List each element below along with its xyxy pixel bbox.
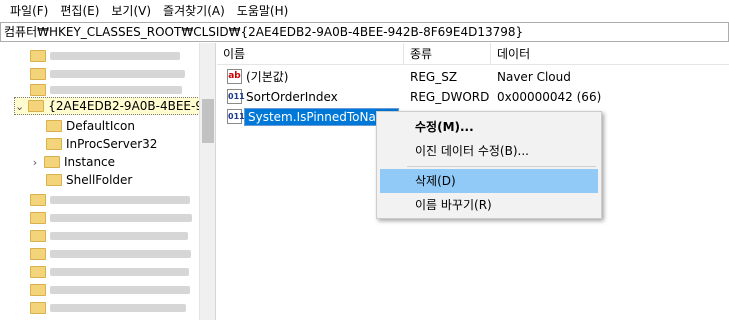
- folder-icon: [30, 302, 46, 314]
- tree-item-label: {2AE4EDB2-9A0B-4BEE-942: [48, 99, 216, 113]
- value-type: REG_DWORD: [410, 90, 490, 104]
- scrollbar-thumb[interactable]: [202, 99, 214, 143]
- chevron-down-icon[interactable]: ⌄: [15, 100, 24, 113]
- dword-value-icon: 011: [227, 109, 245, 124]
- column-name[interactable]: 이름: [217, 43, 404, 65]
- tree-item-blurred[interactable]: [30, 191, 190, 209]
- menu-view[interactable]: 보기(V): [105, 0, 157, 22]
- folder-icon: [30, 84, 46, 96]
- value-data: Naver Cloud: [497, 70, 571, 84]
- menu-help[interactable]: 도움말(H): [231, 0, 295, 22]
- folder-icon: [30, 230, 46, 242]
- value-name: (기본값): [246, 70, 289, 84]
- tree-item-selected-key[interactable]: ⌄ {2AE4EDB2-9A0B-4BEE-942: [14, 97, 215, 115]
- menu-separator: [407, 166, 596, 167]
- menu-file[interactable]: 파일(F): [4, 0, 54, 22]
- column-header: 이름 종류 데이터: [217, 43, 729, 65]
- string-value-icon: ab: [227, 69, 242, 84]
- tree-item-blurred[interactable]: [30, 209, 192, 227]
- column-data[interactable]: 데이터: [491, 43, 729, 65]
- menu-bar: 파일(F) 편집(E) 보기(V) 즐겨찾기(A) 도움말(H): [0, 0, 729, 22]
- menu-item-delete[interactable]: 삭제(D): [380, 169, 598, 193]
- context-menu: 수정(M)... 이진 데이터 수정(B)... 삭제(D) 이름 바꾸기(R): [376, 111, 602, 219]
- tree-item-blurred[interactable]: [30, 263, 189, 281]
- folder-icon: [30, 212, 46, 224]
- value-data: 0x00000042 (66): [497, 90, 602, 104]
- folder-icon: [30, 266, 46, 278]
- value-row[interactable]: ab (기본값) REG_SZ Naver Cloud: [217, 68, 729, 86]
- tree-item-label: InProcServer32: [66, 137, 158, 151]
- tree-item-label: Instance: [64, 155, 116, 169]
- address-bar[interactable]: 컴퓨터₩HKEY_CLASSES_ROOT₩CLSID₩{2AE4EDB2-9A…: [0, 22, 729, 42]
- key-tree[interactable]: ⌄ {2AE4EDB2-9A0B-4BEE-942 DefaultIcon In…: [0, 43, 216, 320]
- column-type[interactable]: 종류: [404, 43, 491, 65]
- folder-open-icon: [28, 100, 45, 112]
- tree-item-blurred[interactable]: [30, 47, 180, 65]
- value-row[interactable]: 011 SortOrderIndex REG_DWORD 0x00000042 …: [217, 88, 729, 106]
- tree-item-instance[interactable]: › Instance: [30, 153, 115, 171]
- tree-scrollbar[interactable]: [199, 43, 215, 320]
- value-type: REG_SZ: [410, 70, 458, 84]
- folder-icon: [44, 156, 60, 168]
- folder-icon: [46, 138, 62, 150]
- menu-item-modify[interactable]: 수정(M)...: [380, 115, 598, 139]
- tree-item-inprocserver32[interactable]: InProcServer32: [46, 135, 157, 153]
- dword-value-icon: 011: [227, 89, 245, 104]
- folder-icon: [30, 248, 46, 260]
- menu-item-rename[interactable]: 이름 바꾸기(R): [380, 193, 598, 217]
- folder-icon: [46, 174, 62, 186]
- chevron-right-icon[interactable]: ›: [30, 156, 40, 169]
- value-name: SortOrderIndex: [246, 90, 338, 104]
- menu-item-modify-binary[interactable]: 이진 데이터 수정(B)...: [380, 139, 598, 163]
- tree-item-label: DefaultIcon: [66, 119, 135, 133]
- tree-item-defaulticon[interactable]: DefaultIcon: [46, 117, 135, 135]
- menu-favorites[interactable]: 즐겨찾기(A): [157, 0, 231, 22]
- folder-icon: [30, 194, 46, 206]
- tree-item-blurred[interactable]: [30, 281, 190, 299]
- menu-edit[interactable]: 편집(E): [54, 0, 105, 22]
- tree-item-blurred[interactable]: [30, 227, 188, 245]
- tree-item-blurred[interactable]: [30, 299, 186, 317]
- folder-icon: [30, 50, 46, 62]
- tree-item-label: ShellFolder: [66, 173, 133, 187]
- tree-item-shellfolder[interactable]: ShellFolder: [46, 171, 132, 189]
- tree-item-blurred[interactable]: [30, 245, 191, 263]
- folder-icon: [30, 68, 46, 80]
- folder-icon: [30, 284, 46, 296]
- folder-icon: [46, 120, 62, 132]
